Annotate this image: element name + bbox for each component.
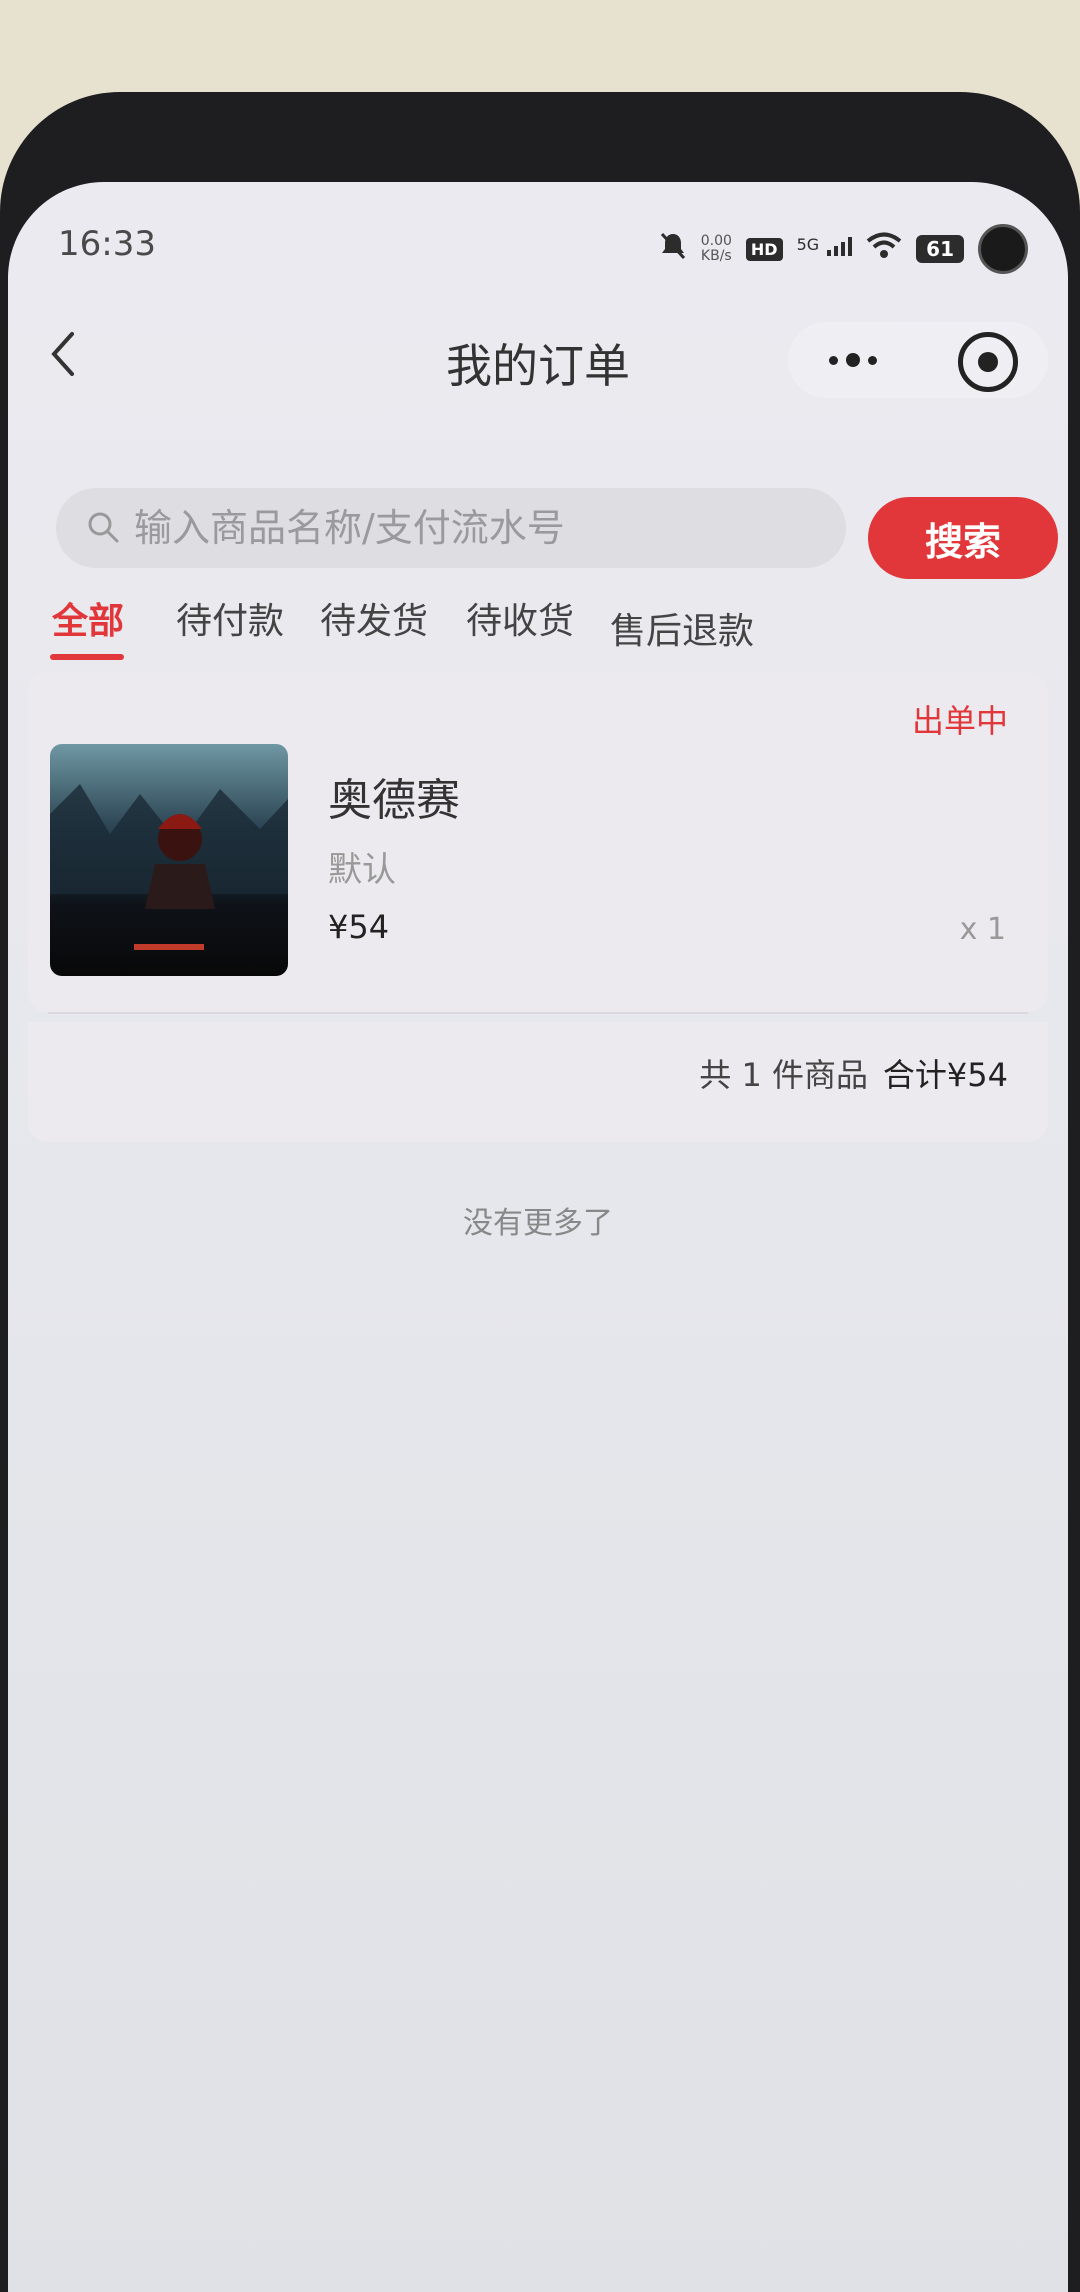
order-tabs: 全部 待付款 待发货 待收货 售后退款 xyxy=(8,582,1068,662)
summary-total: 合计¥54 xyxy=(882,1056,1008,1094)
target-icon xyxy=(978,352,998,372)
mini-program-capsule xyxy=(788,322,1048,398)
mute-bell-icon xyxy=(659,231,687,267)
front-camera xyxy=(978,224,1028,274)
search-input[interactable] xyxy=(134,488,824,568)
order-status: 出单中 xyxy=(911,702,1008,740)
summary-item-count: 共 1 件商品 xyxy=(699,1056,868,1094)
product-thumbnail[interactable] xyxy=(50,744,288,976)
product-price: ¥54 xyxy=(328,908,390,946)
hd-icon: HD xyxy=(745,237,783,261)
active-tab-indicator xyxy=(50,654,124,660)
product-poster-image xyxy=(50,744,288,976)
search-icon xyxy=(88,512,119,543)
product-spec: 默认 xyxy=(328,850,396,890)
tab-pending-payment[interactable]: 待付款 xyxy=(176,592,284,644)
product-name: 奥德赛 xyxy=(328,775,460,826)
signal-label: 5G xyxy=(796,235,820,254)
no-more-text: 没有更多了 xyxy=(463,1206,613,1241)
order-summary: 共 1 件商品 合计¥54 xyxy=(28,1022,1048,1142)
wifi-icon xyxy=(866,232,902,266)
phone-screen: 16:33 0.00 KB/s HD 5G 61 我的订单 输入商品名称/支付流… xyxy=(8,182,1068,2292)
battery-icon: 61 xyxy=(916,235,964,263)
tab-pending-receipt[interactable]: 待收货 xyxy=(466,592,574,644)
network-speed-unit: KB/s xyxy=(700,248,732,264)
more-dot-icon xyxy=(868,355,877,365)
order-card[interactable]: 出单中 奥德赛 默认 ¥54 x 1 xyxy=(28,672,1048,1014)
search-button[interactable]: 搜索 xyxy=(868,497,1058,579)
more-button[interactable] xyxy=(788,322,918,398)
status-time: 16:33 xyxy=(58,224,156,264)
signal-5g-icon: 5G xyxy=(797,235,853,263)
close-target-button[interactable] xyxy=(958,332,1018,392)
tab-all[interactable]: 全部 xyxy=(52,592,124,644)
product-quantity: x 1 xyxy=(959,912,1006,947)
tab-after-sales[interactable]: 售后退款 xyxy=(610,602,754,654)
search-box xyxy=(56,488,846,568)
divider xyxy=(48,1012,1028,1014)
status-bar: 16:33 0.00 KB/s HD 5G 61 xyxy=(8,182,1068,292)
more-dot-icon xyxy=(846,353,860,367)
network-speed: 0.00 KB/s xyxy=(701,234,732,264)
nav-bar: 我的订单 xyxy=(8,302,1068,412)
network-speed-value: 0.00 xyxy=(700,233,732,249)
more-dot-icon xyxy=(829,355,838,365)
status-icons: 0.00 KB/s HD 5G 61 xyxy=(659,224,1028,274)
tab-pending-shipment[interactable]: 待发货 xyxy=(320,592,428,644)
